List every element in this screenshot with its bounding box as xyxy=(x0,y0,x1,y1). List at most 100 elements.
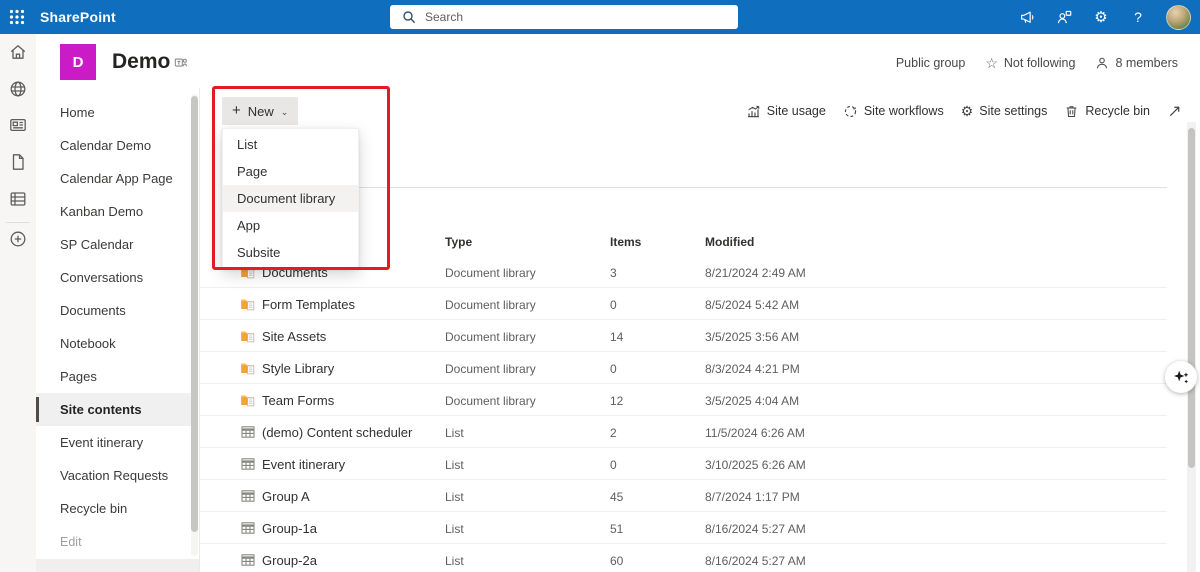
table-row-team-forms[interactable]: Team Forms Document library 12 3/5/2025 … xyxy=(200,384,1167,416)
row-items-count: 0 xyxy=(610,298,617,312)
list-icon xyxy=(240,424,256,440)
table-row-event-itinerary[interactable]: Event itinerary List 0 3/10/2025 6:26 AM xyxy=(200,448,1167,480)
sidebar-item-label: Vacation Requests xyxy=(60,468,169,483)
row-items-count: 0 xyxy=(610,362,617,376)
menu-item-document-library[interactable]: Document library xyxy=(223,185,358,212)
sidebar-item-notebook[interactable]: Notebook xyxy=(36,327,191,360)
search-input[interactable]: Search xyxy=(390,5,738,29)
create-plus-icon[interactable] xyxy=(8,229,28,249)
menu-item-subsite[interactable]: Subsite xyxy=(223,239,358,266)
sidebar-edit-link[interactable]: Edit xyxy=(36,525,191,558)
row-name[interactable]: Form Templates xyxy=(262,297,355,312)
sidebar-item-conversations[interactable]: Conversations xyxy=(36,261,191,294)
table-row-form-templates[interactable]: Form Templates Document library 0 8/5/20… xyxy=(200,288,1167,320)
library-icon[interactable] xyxy=(8,189,28,209)
table-row-group-2a[interactable]: Group-2a List 60 8/16/2024 5:27 AM xyxy=(200,544,1167,572)
suite-actions: ⚙ ? xyxy=(1018,0,1191,34)
sidebar-item-label: Site contents xyxy=(60,402,142,417)
column-header-type[interactable]: Type xyxy=(445,235,472,249)
row-modified: 8/5/2024 5:42 AM xyxy=(705,298,800,312)
sidebar-item-home[interactable]: Home xyxy=(36,96,191,129)
menu-item-label: Page xyxy=(237,164,268,179)
app-title[interactable]: SharePoint xyxy=(40,9,116,25)
row-name[interactable]: Event itinerary xyxy=(262,457,345,472)
copilot-sparkle-button[interactable] xyxy=(1165,361,1197,393)
site-settings-label: Site settings xyxy=(979,104,1048,118)
chevron-down-icon: ⌄ xyxy=(280,106,289,117)
follow-button[interactable]: ☆ Not following xyxy=(985,56,1075,70)
site-usage-button[interactable]: Site usage xyxy=(746,104,826,119)
row-modified: 8/3/2024 4:21 PM xyxy=(705,362,800,376)
site-logo[interactable]: D xyxy=(60,44,96,80)
table-row-group-a[interactable]: Group A List 45 8/7/2024 1:17 PM xyxy=(200,480,1167,512)
sidebar-nav: Home Calendar Demo Calendar App Page Kan… xyxy=(36,88,200,572)
rail-divider xyxy=(6,222,30,223)
sidebar-item-vacation-requests[interactable]: Vacation Requests xyxy=(36,459,191,492)
settings-gear-icon[interactable]: ⚙ xyxy=(1092,8,1110,26)
row-modified: 8/16/2024 5:27 AM xyxy=(705,554,806,568)
sidebar-hscrollbar[interactable] xyxy=(36,559,199,572)
row-name[interactable]: Group A xyxy=(262,489,310,504)
app-launcher-icon[interactable] xyxy=(0,0,34,34)
left-rail xyxy=(0,34,36,572)
table-row-style-library[interactable]: Style Library Document library 0 8/3/202… xyxy=(200,352,1167,384)
row-name[interactable]: (demo) Content scheduler xyxy=(262,425,412,440)
sidebar-item-calendar-demo[interactable]: Calendar Demo xyxy=(36,129,191,162)
teams-icon xyxy=(174,56,188,70)
home-icon[interactable] xyxy=(8,42,28,62)
sidebar-item-pages[interactable]: Pages xyxy=(36,360,191,393)
list-icon xyxy=(240,488,256,504)
sidebar-scrollbar[interactable] xyxy=(191,94,198,556)
recycle-bin-button[interactable]: Recycle bin xyxy=(1064,104,1150,119)
news-icon[interactable] xyxy=(8,115,28,135)
row-name[interactable]: Group-1a xyxy=(262,521,317,536)
sidebar-item-sp-calendar[interactable]: SP Calendar xyxy=(36,228,191,261)
new-button-label: New xyxy=(247,103,274,119)
menu-item-page[interactable]: Page xyxy=(223,158,358,185)
megaphone-icon[interactable] xyxy=(1018,8,1036,26)
recycle-bin-label: Recycle bin xyxy=(1085,104,1150,118)
sidebar-item-calendar-app-page[interactable]: Calendar App Page xyxy=(36,162,191,195)
row-name[interactable]: Team Forms xyxy=(262,393,334,408)
sidebar-item-label: Calendar Demo xyxy=(60,138,152,153)
row-name[interactable]: Group-2a xyxy=(262,553,317,568)
table-row-group-1a[interactable]: Group-1a List 51 8/16/2024 5:27 AM xyxy=(200,512,1167,544)
main-scrollbar[interactable] xyxy=(1187,122,1196,572)
sync-icon xyxy=(843,104,858,119)
main-scrollbar-thumb[interactable] xyxy=(1188,128,1195,468)
star-icon: ☆ xyxy=(985,55,998,71)
row-name[interactable]: Style Library xyxy=(262,361,334,376)
sidebar-item-documents[interactable]: Documents xyxy=(36,294,191,327)
row-items-count: 3 xyxy=(610,266,617,280)
members-button[interactable]: 8 members xyxy=(1095,56,1178,70)
row-modified: 3/10/2025 6:26 AM xyxy=(705,458,806,472)
sidebar-scrollbar-thumb[interactable] xyxy=(191,96,198,532)
suite-bar: SharePoint Search ⚙ ? xyxy=(0,0,1200,34)
help-icon[interactable]: ? xyxy=(1129,8,1147,26)
user-avatar[interactable] xyxy=(1166,4,1191,30)
sidebar-item-recycle-bin[interactable]: Recycle bin xyxy=(36,492,191,525)
site-settings-button[interactable]: ⚙ Site settings xyxy=(961,104,1048,118)
sidebar-item-event-itinerary[interactable]: Event itinerary xyxy=(36,426,191,459)
site-workflows-button[interactable]: Site workflows xyxy=(843,104,944,119)
sidebar-item-label: SP Calendar xyxy=(60,237,134,252)
menu-item-app[interactable]: App xyxy=(223,212,358,239)
document-icon[interactable] xyxy=(8,152,28,172)
globe-icon[interactable] xyxy=(8,79,28,99)
row-name[interactable]: Site Assets xyxy=(262,329,326,344)
menu-item-label: List xyxy=(237,137,258,152)
feedback-person-icon[interactable] xyxy=(1055,8,1073,26)
sidebar-item-kanban-demo[interactable]: Kanban Demo xyxy=(36,195,191,228)
row-type: List xyxy=(445,522,464,536)
column-header-items[interactable]: Items xyxy=(610,235,641,249)
row-type: List xyxy=(445,554,464,568)
table-row-demo-content-scheduler[interactable]: (demo) Content scheduler List 2 11/5/202… xyxy=(200,416,1167,448)
menu-item-list[interactable]: List xyxy=(223,131,358,158)
commandbar-actions: Site usage Site workflows ⚙ Site setting… xyxy=(746,97,1182,125)
list-icon xyxy=(240,552,256,568)
sidebar-item-site-contents[interactable]: Site contents xyxy=(36,393,191,426)
expand-button[interactable] xyxy=(1167,104,1182,119)
table-row-site-assets[interactable]: Site Assets Document library 14 3/5/2025… xyxy=(200,320,1167,352)
new-button[interactable]: + New ⌄ xyxy=(222,97,299,125)
column-header-modified[interactable]: Modified xyxy=(705,235,754,249)
